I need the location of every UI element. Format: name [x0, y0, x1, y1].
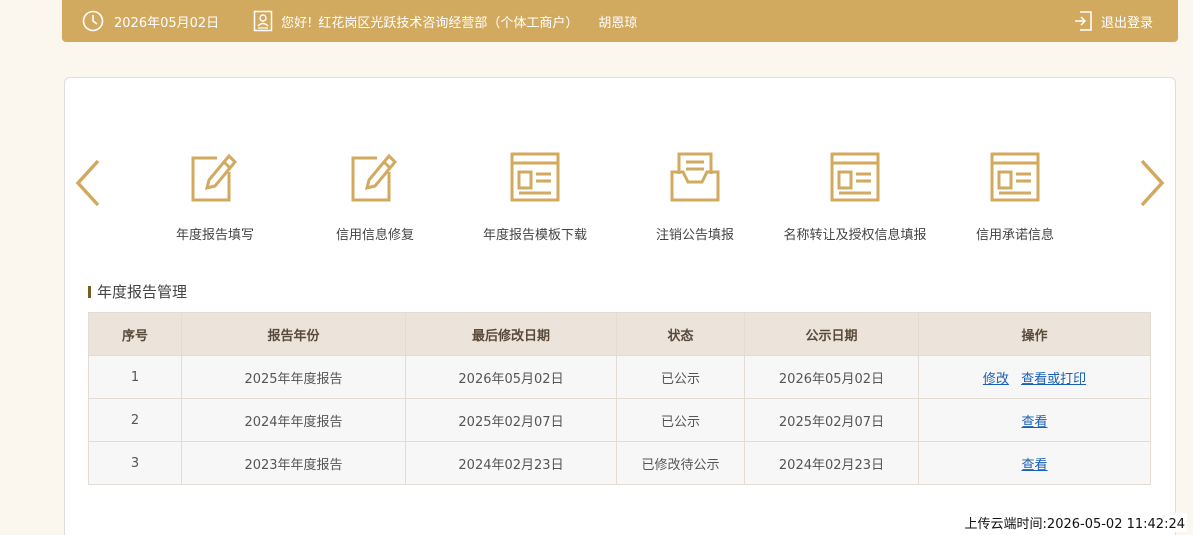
cell-year: 2024年年度报告 [181, 398, 406, 442]
cell-actions: 修改 查看或打印 [918, 355, 1151, 399]
menu-credit-repair[interactable]: 信用信息修复 [295, 150, 455, 250]
menu-label: 注销公告填报 [655, 228, 734, 243]
col-header-modified: 最后修改日期 [405, 312, 617, 356]
carousel-next-button[interactable] [1137, 158, 1167, 208]
section-title: 年度报告管理 [88, 281, 187, 302]
title-marker [88, 285, 91, 298]
greeting-text: 您好! [281, 15, 313, 31]
current-date: 2026年05月02日 [114, 15, 220, 31]
table-row: 3 2023年年度报告 2024年02月23日 已修改待公示 2024年02月2… [88, 441, 1151, 485]
table-row: 2 2024年年度报告 2025年02月07日 已公示 2025年02月07日 … [88, 398, 1151, 442]
edit-icon [191, 153, 238, 202]
carousel-prev-button[interactable] [73, 158, 103, 208]
logout-label: 退出登录 [1100, 15, 1153, 31]
edit-icon [351, 153, 398, 202]
cell-modified: 2026年05月02日 [405, 355, 617, 399]
cell-publish: 2024年02月23日 [744, 441, 919, 485]
function-menu: 年度报告填写 信用信息修复 年度报告模板下载 注销公告填报 名称转让及授权信息填… [135, 150, 1105, 250]
inbox-icon [670, 152, 720, 202]
cell-actions: 查看 [918, 398, 1151, 442]
menu-name-transfer[interactable]: 名称转让及授权信息填报 [775, 150, 935, 250]
cell-no: 2 [88, 398, 182, 442]
chevron-left-icon [75, 159, 100, 207]
menu-annual-report-fill[interactable]: 年度报告填写 [135, 150, 295, 250]
template-icon [990, 152, 1040, 202]
company-name: 红花岗区光跃技术咨询经营部（个体工商户） [318, 15, 579, 31]
template-icon [510, 152, 560, 202]
col-header-status: 状态 [616, 312, 745, 356]
menu-label: 年度报告模板下载 [482, 228, 587, 243]
id-card-icon [253, 10, 273, 32]
section-title-text: 年度报告管理 [97, 283, 188, 301]
annual-report-table: 序号 报告年份 最后修改日期 状态 公示日期 操作 1 2025年年度报告 20… [88, 312, 1151, 485]
clock-icon [82, 10, 104, 32]
cell-year: 2023年年度报告 [181, 441, 406, 485]
table-row: 1 2025年年度报告 2026年05月02日 已公示 2026年05月02日 … [88, 355, 1151, 399]
view-link[interactable]: 查看 [1021, 458, 1047, 473]
col-header-publish: 公示日期 [744, 312, 919, 356]
col-header-year: 报告年份 [181, 312, 406, 356]
template-icon [830, 152, 880, 202]
greeting: 您好! 红花岗区光跃技术咨询经营部（个体工商户） 胡恩琼 [253, 10, 637, 32]
cell-no: 1 [88, 355, 182, 399]
upload-time: 上传云端时间:2026-05-02 11:42:24 [962, 513, 1187, 532]
menu-cancellation-notice[interactable]: 注销公告填报 [615, 150, 775, 250]
menu-label: 信用信息修复 [335, 228, 414, 243]
view-or-print-link[interactable]: 查看或打印 [1021, 372, 1086, 387]
cell-status: 已修改待公示 [616, 441, 745, 485]
cell-modified: 2024年02月23日 [405, 441, 617, 485]
cell-actions: 查看 [918, 441, 1151, 485]
menu-label: 名称转让及授权信息填报 [783, 228, 927, 243]
menu-credit-commitment[interactable]: 信用承诺信息 [935, 150, 1095, 250]
cell-no: 3 [88, 441, 182, 485]
logout-icon [1074, 11, 1092, 31]
cell-publish: 2026年05月02日 [744, 355, 919, 399]
col-header-no: 序号 [88, 312, 182, 356]
user-name: 胡恩琼 [598, 15, 638, 31]
cell-year: 2025年年度报告 [181, 355, 406, 399]
view-link[interactable]: 查看 [1021, 415, 1047, 430]
menu-template-download[interactable]: 年度报告模板下载 [455, 150, 615, 250]
main-panel: 年度报告填写 信用信息修复 年度报告模板下载 注销公告填报 名称转让及授权信息填… [64, 77, 1176, 535]
top-bar: 2026年05月02日 您好! 红花岗区光跃技术咨询经营部（个体工商户） 胡恩琼… [62, 0, 1178, 42]
cell-modified: 2025年02月07日 [405, 398, 617, 442]
table-header-row: 序号 报告年份 最后修改日期 状态 公示日期 操作 [88, 312, 1151, 356]
edit-link[interactable]: 修改 [983, 372, 1009, 387]
date-display: 2026年05月02日 [82, 10, 219, 32]
menu-label: 信用承诺信息 [975, 228, 1054, 243]
cell-status: 已公示 [616, 398, 745, 442]
col-header-actions: 操作 [918, 312, 1151, 356]
menu-label: 年度报告填写 [175, 228, 254, 243]
cell-status: 已公示 [616, 355, 745, 399]
chevron-right-icon [1140, 159, 1165, 207]
logout-button[interactable]: 退出登录 [1073, 0, 1153, 42]
cell-publish: 2025年02月07日 [744, 398, 919, 442]
